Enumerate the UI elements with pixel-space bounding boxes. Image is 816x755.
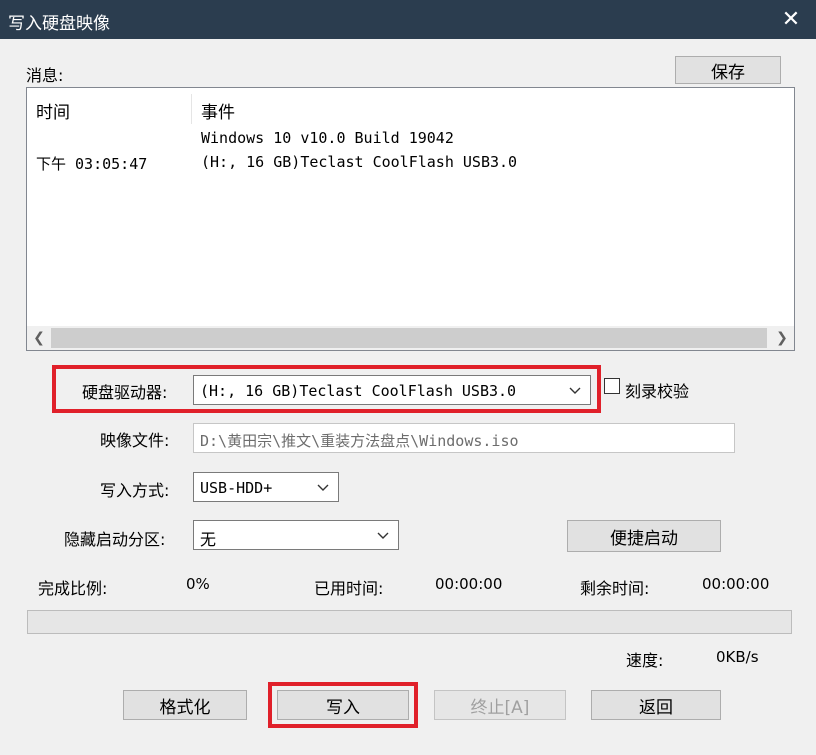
verify-label[interactable]: 刻录校验 [625,378,689,402]
drive-select-value: (H:, 16 GB)Teclast CoolFlash USB3.0 [200,382,517,400]
hidden-partition-value: 无 [200,530,217,549]
message-event: (H:, 16 GB)Teclast CoolFlash USB3.0 [201,153,518,171]
image-file-path: D:\黄田宗\推文\重装方法盘点\Windows.iso [200,432,519,450]
drive-label: 硬盘驱动器: [82,383,168,402]
write-method-value: USB-HDD+ [200,479,273,497]
chevron-down-icon [377,532,389,539]
list-item[interactable]: Windows 10 v10.0 Build 19042 [27,128,794,150]
messages-label: 消息: [26,66,64,85]
write-button[interactable]: 写入 [277,690,409,720]
complete-value: 0% [186,575,210,593]
speed-value: 0KB/s [716,648,759,666]
scroll-right-icon[interactable]: ❯ [772,330,792,346]
elapsed-label: 已用时间: [314,579,384,598]
message-event: Windows 10 v10.0 Build 19042 [201,129,454,147]
complete-label: 完成比例: [38,579,108,598]
remaining-label: 剩余时间: [580,579,650,598]
write-method-label: 写入方式: [100,481,170,500]
column-header-time[interactable]: 时间 [36,98,70,123]
stop-button[interactable]: 终止[A] [434,690,566,720]
message-list[interactable]: 时间 事件 Windows 10 v10.0 Build 19042 下午 03… [26,87,795,351]
image-file-input[interactable]: D:\黄田宗\推文\重装方法盘点\Windows.iso [193,423,735,453]
close-button[interactable]: ✕ [766,0,816,39]
hidden-partition-label: 隐藏启动分区: [64,530,166,549]
elapsed-value: 00:00:00 [435,575,503,593]
write-method-select[interactable]: USB-HDD+ [193,472,339,502]
progress-bar [27,610,792,634]
quick-boot-button[interactable]: 便捷启动 [567,520,721,552]
horizontal-scrollbar[interactable]: ❮ ❯ [27,326,794,350]
chevron-down-icon [569,387,581,394]
save-button[interactable]: 保存 [675,56,781,84]
speed-label: 速度: [626,651,664,670]
list-item[interactable]: 下午 03:05:47 (H:, 16 GB)Teclast CoolFlash… [27,152,794,174]
chevron-down-icon [317,484,329,491]
window-title: 写入硬盘映像 [8,14,110,34]
message-time: 下午 03:05:47 [36,155,148,173]
remaining-value: 00:00:00 [702,575,770,593]
verify-checkbox[interactable] [604,378,620,394]
title-bar: 写入硬盘映像 ✕ [0,0,816,39]
hidden-partition-select[interactable]: 无 [193,520,399,550]
image-file-label: 映像文件: [100,431,170,450]
column-separator[interactable] [191,94,192,124]
scroll-left-icon[interactable]: ❮ [29,330,49,346]
drive-select[interactable]: (H:, 16 GB)Teclast CoolFlash USB3.0 [193,375,591,405]
column-header-event[interactable]: 事件 [201,98,235,123]
scrollbar-thumb[interactable] [51,328,767,348]
back-button[interactable]: 返回 [591,690,721,720]
format-button[interactable]: 格式化 [123,690,247,720]
close-icon: ✕ [781,6,801,32]
